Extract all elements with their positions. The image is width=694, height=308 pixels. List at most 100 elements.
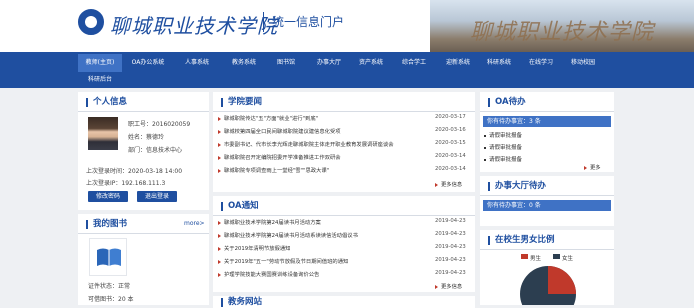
oa-todo-more-link[interactable]: 更多	[584, 163, 601, 171]
news-item-text: 聊城职院传达"五"方面"就业"进行"到底"	[224, 116, 319, 122]
bullet-icon	[218, 168, 221, 173]
library-can-borrow: 可借图书：20 本	[88, 296, 134, 303]
male-legend-label: 男生	[530, 256, 542, 262]
oa-notice-item[interactable]: 护理学院技能大赛国赛训练设备询价公告	[218, 270, 319, 278]
edu-website-panel: 教务网站	[213, 296, 475, 308]
nav-item-service-hall[interactable]: 办事大厅	[307, 54, 351, 72]
oa-notice-more-label: 更多信息	[441, 284, 463, 290]
bullet-icon	[218, 155, 221, 160]
news-item-date: 2020-03-14	[435, 166, 466, 172]
news-item-text: 聊城职院专项调查雨上一堂经"雪""思政大课"	[224, 168, 330, 174]
oa-notice-more-link[interactable]: 更多信息	[435, 282, 462, 290]
news-more-label: 更多信息	[441, 182, 463, 188]
female-legend-label: 女生	[562, 256, 574, 262]
bullet-icon	[218, 233, 221, 238]
news-item[interactable]: 聊城职院专项调查雨上一堂经"雪""思政大课"	[218, 166, 329, 174]
oa-todo-item[interactable]: 请假审批报备	[484, 155, 522, 163]
news-item-date: 2020-03-17	[435, 114, 466, 120]
logout-button[interactable]: 退出登录	[137, 191, 177, 202]
avatar	[88, 117, 118, 150]
oa-todo-item[interactable]: 请假审批报备	[484, 131, 522, 139]
school-emblem-icon	[78, 9, 104, 35]
nav-item-student-affairs[interactable]: 综合学工	[392, 54, 436, 72]
personal-info-title: 个人信息	[86, 98, 127, 107]
female-legend-swatch	[553, 254, 560, 259]
edu-website-title: 教务网站	[221, 298, 262, 307]
oa-notice-panel: OA通知 聊城职业技术学院第24届读书月活动方案 2019-04-23 聊城职业…	[213, 196, 475, 292]
nav-item-research-admin[interactable]: 科研后台	[78, 71, 122, 89]
portal-name: 统一信息门户	[272, 15, 345, 29]
oa-notice-item[interactable]: 聊城职业技术学院第24届读书月活动方案	[218, 218, 321, 226]
nav-item-mobile-campus[interactable]: 移动校园	[561, 54, 605, 72]
oa-todo-item[interactable]: 请假审批报备	[484, 143, 522, 151]
panel-divider	[213, 215, 475, 216]
panel-divider	[480, 195, 614, 196]
oa-todo-more-label: 更多	[590, 165, 601, 171]
bullet-icon	[584, 165, 587, 170]
nav-item-home[interactable]: 教师(主页)	[78, 54, 122, 72]
user-name: 姓名：蔡德玲	[128, 134, 165, 141]
news-item[interactable]: 聊城职院传达"五"方面"就业"进行"到底"	[218, 114, 318, 122]
news-item[interactable]: 聊城校第四届全口民间聊城职院建议建信息化受项	[218, 127, 341, 135]
panel-divider	[78, 111, 209, 112]
library-more-link[interactable]: more>	[184, 220, 205, 227]
oa-notice-date: 2019-04-23	[435, 270, 466, 276]
panel-divider	[480, 111, 614, 112]
bullet-icon	[218, 220, 221, 225]
service-hall-todo-count-bar[interactable]: 你有待办事宜：0 条	[483, 200, 611, 211]
news-more-link[interactable]: 更多信息	[435, 180, 462, 188]
gender-ratio-title: 在校生男女比例	[488, 236, 555, 245]
nav-item-hr[interactable]: 人事系统	[175, 54, 219, 72]
oa-notice-title: OA通知	[221, 202, 259, 211]
oa-notice-item[interactable]: 聊城职业技术学院第24届读书月活动系读读信活动倡议书	[218, 231, 358, 239]
personal-info-panel: 个人信息 职工号：2016020059 姓名：蔡德玲 部门：信息技术中心 上次登…	[78, 92, 209, 210]
change-password-button[interactable]: 修改密码	[88, 191, 128, 202]
nav-item-library[interactable]: 图书馆	[266, 54, 306, 72]
oa-notice-item[interactable]: 关于2019年"五一"劳动节放假及节日期间值班的通知	[218, 257, 348, 265]
news-item-text: 聊城职院召开定编院招委开学准备推进工作双研会	[224, 155, 341, 161]
service-hall-todo-title: 办事大厅待办	[488, 182, 546, 191]
nav-item-assets[interactable]: 资产系统	[349, 54, 393, 72]
oa-notice-date: 2019-04-23	[435, 231, 466, 237]
bullet-icon	[435, 284, 438, 289]
library-card-status: 证件状态：正常	[88, 283, 131, 290]
news-item-date: 2020-03-15	[435, 140, 466, 146]
oa-notice-text: 关于2019年清明节放假通知	[224, 246, 291, 252]
news-item-text: 聊城校第四届全口民间聊城职院建议建信息化受项	[224, 129, 341, 135]
nav-item-enrollment[interactable]: 迎新系统	[436, 54, 480, 72]
banner-text: 聊城职业技术学院	[470, 20, 655, 45]
panel-divider	[213, 111, 475, 112]
male-legend-swatch	[521, 254, 528, 259]
oa-notice-date: 2019-04-23	[435, 257, 466, 263]
panel-divider	[78, 233, 209, 234]
bullet-icon	[218, 142, 221, 147]
gender-pie-chart	[520, 266, 576, 305]
nav-item-academic[interactable]: 教务系统	[222, 54, 266, 72]
book-icon	[89, 238, 127, 276]
news-item-date: 2020-03-16	[435, 127, 466, 133]
oa-notice-text: 关于2019年"五一"劳动节放假及节日期间值班的通知	[224, 259, 349, 265]
oa-todo-title: OA待办	[488, 98, 526, 107]
news-item[interactable]: 聊城职院召开定编院招委开学准备推进工作双研会	[218, 153, 341, 161]
gender-ratio-panel: 在校生男女比例 男生 女生	[480, 230, 614, 305]
bullet-icon	[218, 129, 221, 134]
bullet-icon	[218, 272, 221, 277]
nav-item-online-learning[interactable]: 在线学习	[519, 54, 563, 72]
oa-notice-date: 2019-04-23	[435, 218, 466, 224]
header-divider	[263, 12, 264, 32]
school-name: 聊城职业技术学院	[110, 14, 278, 38]
college-news-title: 学院要闻	[221, 98, 262, 107]
my-library-panel: 我的图书 more> 证件状态：正常 可借图书：20 本	[78, 214, 209, 305]
panel-divider	[480, 249, 614, 250]
oa-todo-count-bar[interactable]: 你有待办事宜：3 条	[483, 116, 611, 127]
news-item-text: 市委副书记、代市长李光辉走聊城职院主体走开职业教育发展调研座谈会	[224, 142, 394, 148]
oa-notice-date: 2019-04-23	[435, 244, 466, 250]
nav-item-oa[interactable]: OA办公系统	[126, 54, 170, 72]
news-item[interactable]: 市委副书记、代市长李光辉走聊城职院主体走开职业教育发展调研座谈会	[218, 140, 394, 148]
news-item-date: 2020-03-14	[435, 153, 466, 159]
oa-notice-text: 聊城职业技术学院第24届读书月活动方案	[224, 220, 321, 226]
college-news-panel: 学院要闻 聊城职院传达"五"方面"就业"进行"到底" 2020-03-17 聊城…	[213, 92, 475, 192]
last-login-time: 上次登录时间：2020-03-18 14:00	[86, 168, 183, 175]
nav-item-research[interactable]: 科研系统	[477, 54, 521, 72]
oa-notice-item[interactable]: 关于2019年清明节放假通知	[218, 244, 290, 252]
